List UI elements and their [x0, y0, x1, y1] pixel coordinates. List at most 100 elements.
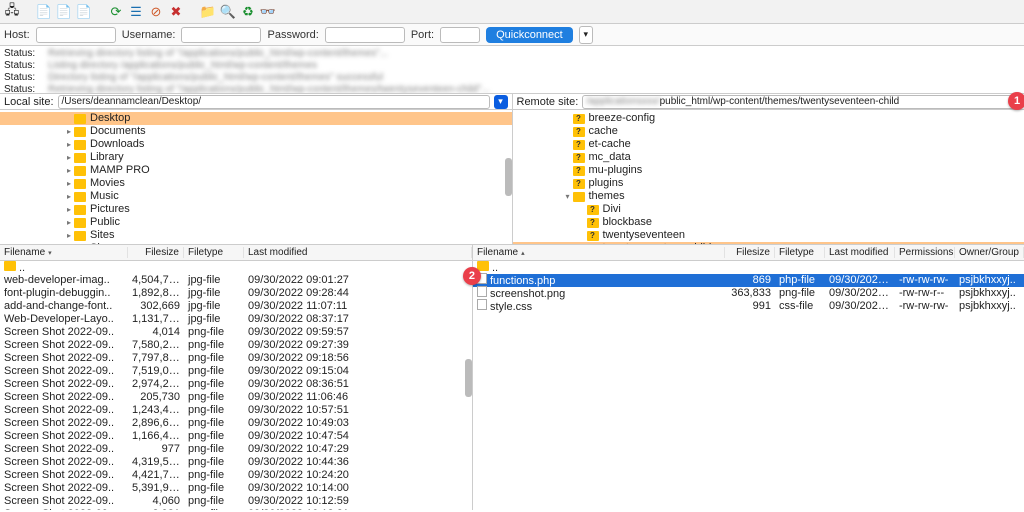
col-filename[interactable]: Filename▴	[473, 247, 725, 258]
col-lastmod[interactable]: Last modified	[825, 247, 895, 258]
file-row[interactable]: Screen Shot 2022-09..7,797,810png-file09…	[0, 352, 472, 365]
file-row[interactable]: style.css991css-file09/30/2022 1..-rw-rw…	[473, 300, 1024, 313]
binoculars-icon[interactable]: 👓	[260, 4, 276, 20]
tree-item[interactable]: ▸MAMP PRO	[0, 164, 512, 177]
tree-item[interactable]: ?Divi	[513, 203, 1024, 216]
tree-item[interactable]: ▸Pictures	[0, 203, 512, 216]
folder-icon[interactable]: 📁	[200, 4, 216, 20]
col-permissions[interactable]: Permissions	[895, 247, 955, 258]
tree-item[interactable]: ?blockbase	[513, 216, 1024, 229]
col-filesize[interactable]: Filesize	[128, 247, 184, 258]
file-row[interactable]: Screen Shot 2022-09..977png-file09/30/20…	[0, 443, 472, 456]
file-row[interactable]: Screen Shot 2022-09..7,580,200png-file09…	[0, 339, 472, 352]
tree-item[interactable]: ▸Library	[0, 151, 512, 164]
tree-item[interactable]: ?mc_data	[513, 151, 1024, 164]
disclosure-icon[interactable]: ▸	[64, 138, 74, 151]
disclosure-icon[interactable]: ▸	[64, 203, 74, 216]
tree-item[interactable]: ▸Downloads	[0, 138, 512, 151]
tree-item[interactable]: ?cache	[513, 125, 1024, 138]
port-input[interactable]	[440, 27, 480, 43]
tree-item[interactable]: ▸Sizzy	[0, 242, 512, 244]
col-owner[interactable]: Owner/Group	[955, 247, 1024, 258]
file-row[interactable]: Screen Shot 2022-09..4,319,512png-file09…	[0, 456, 472, 469]
quickconnect-dropdown-icon[interactable]: ▾	[579, 26, 593, 44]
tree-item[interactable]: ▸ Movies	[0, 177, 512, 190]
tree-item[interactable]: ?breeze-config	[513, 112, 1024, 125]
col-filetype[interactable]: Filetype	[184, 247, 244, 258]
disclosure-icon[interactable]: ▸	[64, 164, 74, 177]
cancel-icon[interactable]: ⊘	[148, 4, 164, 20]
file-row[interactable]: Screen Shot 2022-09..4,060png-file09/30/…	[0, 495, 472, 508]
file-row[interactable]: Web-Developer-Layo..1,131,777jpg-file09/…	[0, 313, 472, 326]
remote-file-list[interactable]: 2 Filename▴ Filesize Filetype Last modif…	[472, 245, 1024, 510]
message-log[interactable]: Status:Retrieving directory listing of "…	[0, 46, 1024, 94]
sliders-icon[interactable]: ☰	[128, 4, 144, 20]
tree-item[interactable]: ?et-cache	[513, 138, 1024, 151]
reconnect-icon[interactable]: ♻	[240, 4, 256, 20]
local-path-dropdown-icon[interactable]: ▾	[494, 95, 508, 109]
file-row[interactable]: Screen Shot 2022-09..205,730png-file09/3…	[0, 391, 472, 404]
file-row[interactable]: web-developer-imag..4,504,790jpg-file09/…	[0, 274, 472, 287]
folder-unknown-icon: ?	[573, 166, 585, 176]
doc-red-icon[interactable]: 📄	[76, 4, 92, 20]
disclosure-icon[interactable]: ▸	[64, 125, 74, 138]
tree-item[interactable]: ▸Documents	[0, 125, 512, 138]
callout-2: 2	[463, 267, 481, 285]
disconnect-icon[interactable]: ✖	[168, 4, 184, 20]
disclosure-icon[interactable]: ▸	[64, 151, 74, 164]
doc-icon[interactable]: 📄	[36, 4, 52, 20]
file-row[interactable]: Screen Shot 2022-09..1,243,435png-file09…	[0, 404, 472, 417]
doc-green-icon[interactable]: 📄	[56, 4, 72, 20]
disclosure-icon[interactable]: ▸	[64, 242, 74, 244]
file-row[interactable]: Screen Shot 2022-09..3,981png-file09/30/…	[0, 508, 472, 510]
parent-dir-row[interactable]: ..	[0, 261, 472, 274]
file-row[interactable]: Screen Shot 2022-09..7,519,087png-file09…	[0, 365, 472, 378]
tree-item[interactable]: ?plugins	[513, 177, 1024, 190]
tree-item[interactable]: ?mu-plugins	[513, 164, 1024, 177]
tree-item[interactable]: Desktop	[0, 112, 512, 125]
file-row[interactable]: Screen Shot 2022-09..2,896,655png-file09…	[0, 417, 472, 430]
username-input[interactable]	[181, 27, 261, 43]
folder-unknown-icon: ?	[587, 218, 599, 228]
password-input[interactable]	[325, 27, 405, 43]
remote-tree-pane[interactable]: ?breeze-config?cache?et-cache?mc_data?mu…	[512, 110, 1024, 244]
col-filetype[interactable]: Filetype	[775, 247, 825, 258]
tree-item[interactable]: ▸Sites	[0, 229, 512, 242]
col-lastmod[interactable]: Last modified	[244, 247, 472, 258]
disclosure-icon[interactable]: ▸	[64, 190, 74, 203]
host-input[interactable]	[36, 27, 116, 43]
tree-item[interactable]: ▸Public	[0, 216, 512, 229]
file-row[interactable]: Screen Shot 2022-09..5,391,968png-file09…	[0, 482, 472, 495]
file-row[interactable]: add-and-change-font..302,669jpg-file09/3…	[0, 300, 472, 313]
disclosure-icon[interactable]: ▸	[64, 229, 74, 242]
refresh-icon[interactable]: ⟳	[108, 4, 124, 20]
quickconnect-button[interactable]: Quickconnect	[486, 27, 573, 43]
local-file-list[interactable]: Filename▾ Filesize Filetype Last modifie…	[0, 245, 472, 510]
tree-item[interactable]: twentyseventeen-child	[513, 242, 1024, 244]
tree-item[interactable]: ▸Music	[0, 190, 512, 203]
disclosure-icon[interactable]: ▾	[563, 190, 573, 203]
search-icon[interactable]: 🔍	[220, 4, 236, 20]
remote-site-path[interactable]: /applicationsxxx/public_html/wp-content/…	[582, 95, 1020, 109]
log-message: Directory listing of "/applications/publ…	[48, 72, 383, 84]
file-row[interactable]: font-plugin-debuggin..1,892,853jpg-file0…	[0, 287, 472, 300]
file-row[interactable]: Screen Shot 2022-09..1,166,474png-file09…	[0, 430, 472, 443]
tree-item-label: Movies	[90, 177, 125, 190]
col-filesize[interactable]: Filesize	[725, 247, 775, 258]
folder-icon	[74, 218, 86, 228]
file-icon	[477, 286, 487, 297]
tree-item[interactable]: ?twentyseventeen	[513, 229, 1024, 242]
tree-item-label: Desktop	[90, 112, 130, 125]
local-tree-pane[interactable]: Desktop▸Documents▸Downloads▸Library▸MAMP…	[0, 110, 512, 244]
pane-resize-handle[interactable]	[505, 110, 512, 244]
file-row[interactable]: Screen Shot 2022-09..4,014png-file09/30/…	[0, 326, 472, 339]
disclosure-icon[interactable]: ▸	[64, 216, 74, 229]
server-manager-icon[interactable]: 🖧	[4, 4, 20, 20]
tree-item[interactable]: ▾themes	[513, 190, 1024, 203]
file-row[interactable]: Screen Shot 2022-09..2,974,217png-file09…	[0, 378, 472, 391]
disclosure-icon[interactable]: ▸	[64, 177, 74, 190]
local-site-path[interactable]: /Users/deannamclean/Desktop/	[58, 95, 490, 109]
folder-icon	[74, 127, 86, 137]
col-filename[interactable]: Filename▾	[0, 247, 128, 258]
file-row[interactable]: Screen Shot 2022-09..4,421,766png-file09…	[0, 469, 472, 482]
